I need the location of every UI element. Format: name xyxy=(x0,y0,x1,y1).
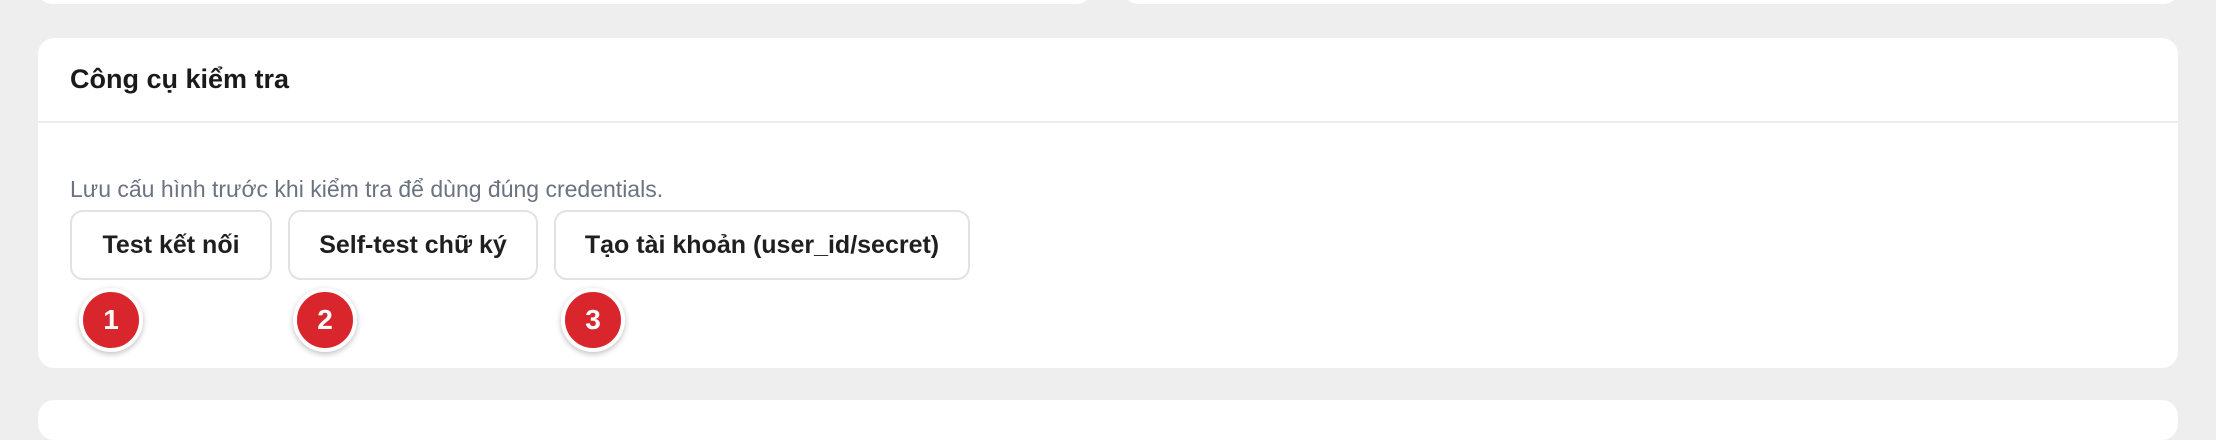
card-title: Công cụ kiểm tra xyxy=(70,64,290,94)
test-connection-button[interactable]: Test kết nối xyxy=(70,210,272,280)
step-marker-1: 1 xyxy=(79,288,143,352)
step-marker-2: 2 xyxy=(293,288,357,352)
card-top-right xyxy=(1124,0,2178,4)
tools-card: Công cụ kiểm tra Lưu cấu hình trước khi … xyxy=(38,38,2178,368)
helper-text: Lưu cấu hình trước khi kiểm tra để dùng … xyxy=(70,176,664,202)
card-header: Công cụ kiểm tra xyxy=(38,38,2178,123)
card-top-left xyxy=(38,0,1091,4)
self-test-signature-button[interactable]: Self-test chữ ký xyxy=(288,210,538,280)
step-marker-3: 3 xyxy=(561,288,625,352)
card-bottom xyxy=(38,400,2178,440)
create-account-button[interactable]: Tạo tài khoản (user_id/secret) xyxy=(554,210,970,280)
